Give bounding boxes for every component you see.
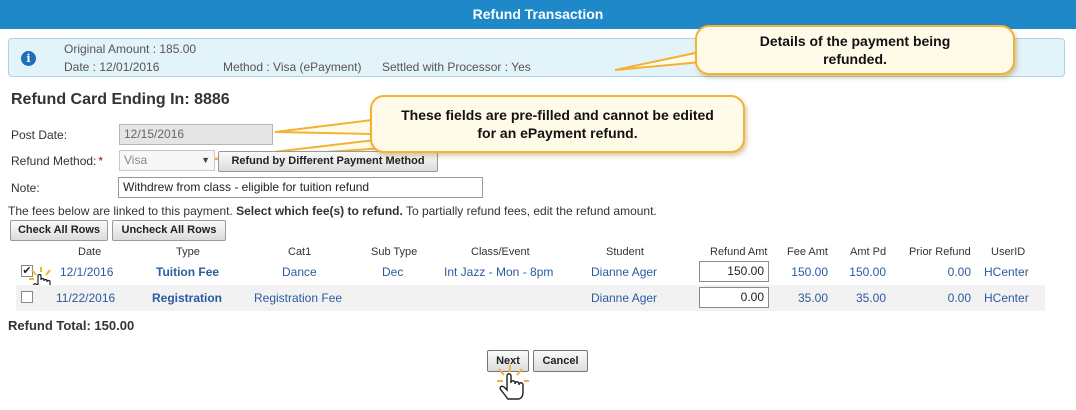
row2-fee-amt: 35.00: [797, 291, 828, 305]
col-header-prior-refund: Prior Refund: [909, 246, 971, 258]
row2-type[interactable]: Registration: [152, 291, 222, 305]
refund-card-heading: Refund Card Ending In: 8886: [11, 91, 230, 108]
info-icon: i: [21, 51, 36, 66]
refund-method-label-text: Refund Method:: [11, 154, 97, 168]
row2-cat1: Registration Fee: [254, 291, 343, 305]
col-header-class-event: Class/Event: [471, 246, 530, 258]
hand-pointer-icon: [497, 365, 529, 400]
checkbox-icon[interactable]: [21, 291, 33, 303]
refund-method-select[interactable]: Visa ▼: [119, 150, 215, 171]
cancel-button[interactable]: Cancel: [533, 350, 588, 372]
row1-type[interactable]: Tuition Fee: [156, 265, 219, 279]
check-all-rows-button[interactable]: Check All Rows: [10, 220, 108, 241]
note-input[interactable]: Withdrew from class - eligible for tuiti…: [118, 177, 483, 198]
instructions-part3: To partially refund fees, edit the refun…: [402, 204, 657, 218]
row1-refund-amt-input[interactable]: 150.00: [699, 261, 769, 282]
refund-method-value: Visa: [124, 153, 148, 167]
post-date-field[interactable]: 12/15/2016: [119, 124, 273, 145]
row1-user-id: HCenter: [984, 265, 1029, 279]
col-header-student: Student: [606, 246, 644, 258]
refund-different-method-label: Refund by Different Payment Method: [231, 155, 425, 167]
col-header-fee-amt: Fee Amt: [787, 246, 828, 258]
row2-user-id: HCenter: [984, 291, 1029, 305]
col-header-refund-amt: Refund Amt: [710, 246, 768, 258]
settled-status: Settled with Processor : Yes: [382, 60, 531, 74]
cancel-button-label: Cancel: [542, 355, 579, 367]
row1-amt-pd: 150.00: [849, 265, 886, 279]
instructions-part1: The fees below are linked to this paymen…: [8, 204, 237, 218]
instructions-part2: Select which fee(s) to refund.: [236, 204, 403, 218]
col-header-amt-pd: Amt Pd: [850, 246, 887, 258]
payment-date: Date : 12/01/2016: [64, 60, 160, 74]
post-date-label: Post Date:: [11, 128, 68, 142]
row2-date[interactable]: 11/22/2016: [56, 291, 115, 305]
row2-prior-refund: 0.00: [947, 291, 971, 305]
payment-method: Method : Visa (ePayment): [223, 60, 362, 74]
refund-different-method-button[interactable]: Refund by Different Payment Method: [218, 151, 438, 172]
original-amount: Original Amount : 185.00: [64, 42, 197, 56]
refund-method-label: Refund Method: *: [11, 154, 103, 168]
row1-prior-refund: 0.00: [947, 265, 971, 279]
note-label: Note:: [11, 181, 40, 195]
required-marker: *: [98, 154, 104, 168]
row1-cat1: Dance: [282, 265, 317, 279]
callout-payment-details: Details of the payment being refunded.: [695, 25, 1015, 75]
row2-amt-pd: 35.00: [855, 291, 886, 305]
col-header-date: Date: [78, 246, 102, 258]
row1-student[interactable]: Dianne Ager: [591, 265, 657, 279]
uncheck-all-rows-label: Uncheck All Rows: [121, 224, 217, 236]
refund-total: Refund Total: 150.00: [8, 318, 135, 333]
col-header-sub-type: Sub Type: [371, 246, 418, 258]
col-header-type: Type: [176, 246, 200, 258]
uncheck-all-rows-button[interactable]: Uncheck All Rows: [112, 220, 226, 241]
row1-class-event[interactable]: Int Jazz - Mon - 8pm: [444, 265, 553, 279]
row2-student[interactable]: Dianne Ager: [591, 291, 657, 305]
callout-prefilled: These fields are pre-filled and cannot b…: [370, 95, 745, 153]
check-all-rows-label: Check All Rows: [17, 224, 101, 236]
col-header-user-id: UserID: [991, 246, 1026, 258]
fees-instructions: The fees below are linked to this paymen…: [8, 204, 657, 218]
callout-prefilled-text: These fields are pre-filled and cannot b…: [401, 107, 714, 141]
row1-date[interactable]: 12/1/2016: [60, 265, 113, 279]
chevron-down-icon: ▼: [201, 155, 210, 165]
dialog-title: Refund Transaction: [472, 6, 604, 22]
col-header-cat1: Cat1: [288, 246, 312, 258]
row1-sub-type: Dec: [382, 265, 404, 279]
callout-pointer-postdate: [274, 118, 373, 136]
row1-fee-amt: 150.00: [791, 265, 828, 279]
callout-payment-details-text: Details of the payment being refunded.: [759, 33, 951, 67]
row2-refund-amt-input[interactable]: 0.00: [699, 287, 769, 308]
